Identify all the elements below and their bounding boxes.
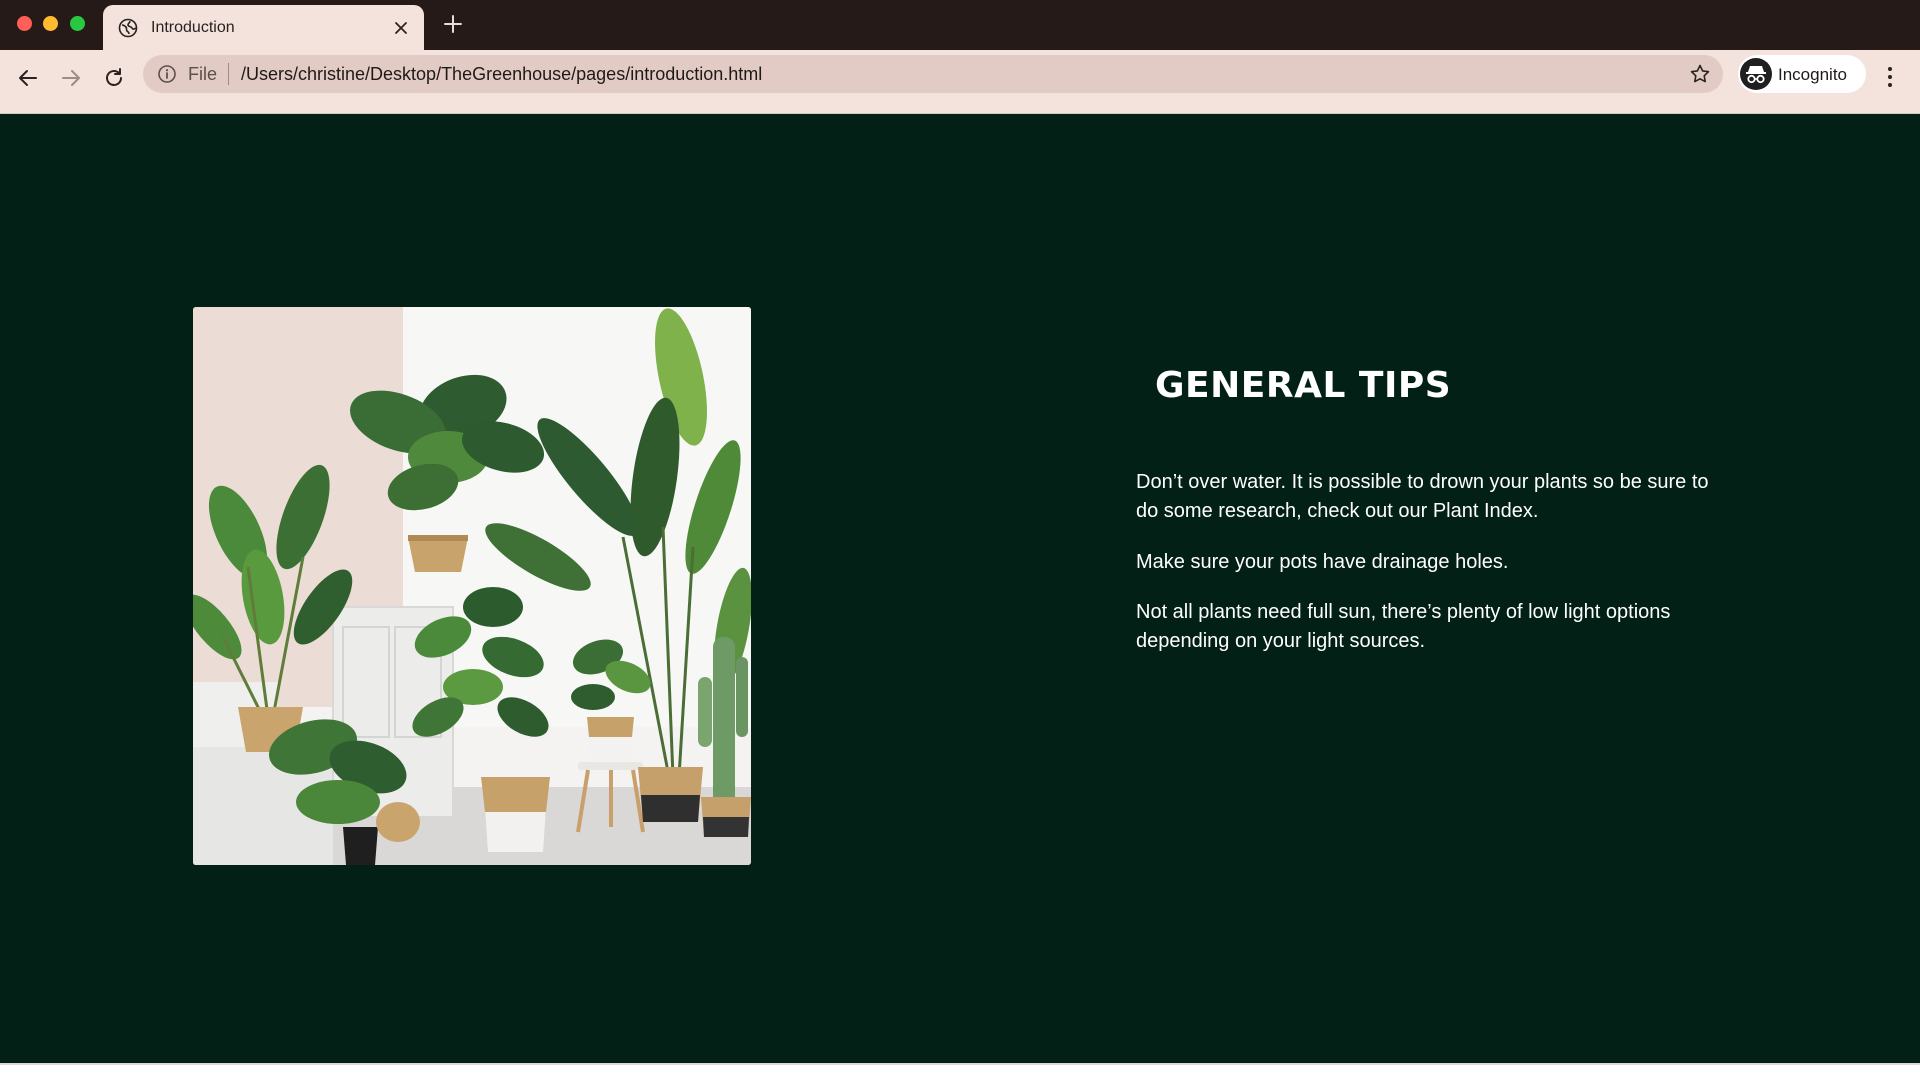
browser-toolbar: File /Users/christine/Desktop/TheGreenho… [0,50,1920,114]
tab-introduction[interactable]: Introduction [103,5,424,50]
incognito-profile-button[interactable]: Incognito [1738,55,1866,93]
section-heading: GENERAL TIPS [1155,365,1452,406]
info-icon[interactable] [157,64,177,84]
plants-illustration [193,307,751,865]
reload-icon [106,68,122,86]
page-content: GENERAL TIPS Don’t over water. It is pos… [0,114,1920,1063]
plants-photo [193,307,751,865]
tab-title: Introduction [151,19,235,36]
url-text[interactable]: /Users/christine/Desktop/TheGreenhouse/p… [241,64,762,84]
back-button[interactable] [13,63,43,93]
window-bottom-edge [0,1063,1920,1082]
tip-paragraph: Not all plants need full sun, there’s pl… [1136,601,1671,652]
address-bar[interactable]: File /Users/christine/Desktop/TheGreenho… [143,55,1723,93]
new-tab-button[interactable] [440,11,466,37]
url-scheme: File [188,64,218,84]
menu-dot [1888,75,1892,79]
profile-label: Incognito [1778,65,1847,84]
close-window-button[interactable] [17,16,32,31]
general-tips-section: GENERAL TIPS Don’t over water. It is pos… [1136,364,1716,652]
minimize-window-button[interactable] [43,16,58,31]
incognito-icon [1740,58,1772,90]
url-separator [228,63,229,85]
browser-window: Introduction File /Users/christine/Deskt… [0,0,1920,1082]
reload-button[interactable] [99,63,129,93]
forward-button[interactable] [56,63,86,93]
globe-icon [118,18,138,38]
arrow-right-icon [62,70,80,86]
tab-strip: Introduction [0,0,1920,50]
close-tab-icon[interactable] [390,17,412,39]
zoom-window-button[interactable] [70,16,85,31]
menu-dot [1888,67,1892,71]
arrow-left-icon [19,70,37,86]
menu-dot [1888,83,1892,87]
tip-paragraph: Don’t over water. It is possible to drow… [1136,471,1709,522]
bookmark-star-icon[interactable] [1689,63,1711,85]
tip-paragraph: Make sure your pots have drainage holes. [1136,551,1509,573]
browser-menu-button[interactable] [1878,62,1902,92]
